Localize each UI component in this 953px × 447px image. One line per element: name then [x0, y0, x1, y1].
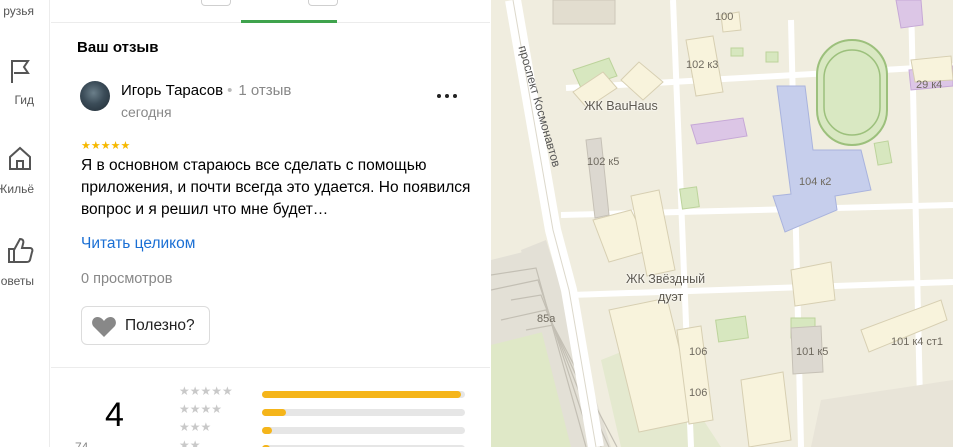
map-label: 100 [715, 11, 734, 23]
distribution-stars: ★★★★ [179, 402, 223, 416]
divider [51, 367, 490, 368]
rating-sub: 74 [75, 440, 89, 447]
separator-dot: • [227, 82, 233, 99]
distribution-track [262, 409, 465, 416]
flag-icon [11, 60, 30, 83]
map-label: 101 к5 [796, 346, 829, 358]
left-nav-rail: рузья Гид Жильё оветы [0, 0, 50, 447]
rail-item-label: оветы [0, 274, 34, 288]
map-label: 85а [537, 313, 556, 325]
views-count: 0 просмотров [81, 271, 173, 287]
map-label: 104 к2 [799, 176, 832, 188]
distribution-fill [262, 391, 461, 398]
read-more-link[interactable]: Читать целиком [81, 235, 195, 253]
distribution-fill [262, 427, 273, 434]
rail-item-guide[interactable]: Гид [0, 52, 49, 110]
rail-item-tips[interactable]: оветы [0, 232, 49, 290]
map-view[interactable]: проспект Космонавтов 100 102 к3 ЖК BauHa… [491, 0, 953, 447]
distribution-track [262, 427, 465, 434]
author-name[interactable]: Игорь Тарасов [121, 82, 223, 99]
review-panel: Ваш отзыв Игорь Тарасов • 1 отзыв сегодня … [51, 0, 490, 447]
map-label: 102 к5 [587, 156, 620, 168]
map-canvas [491, 0, 953, 447]
distribution-track [262, 391, 465, 398]
useful-button[interactable]: Полезно? [81, 306, 210, 345]
avatar[interactable] [80, 81, 110, 111]
review-author-line: Игорь Тарасов • 1 отзыв [121, 82, 291, 99]
distribution-stars: ★★ [179, 438, 201, 447]
distribution-stars: ★★★★★ [179, 384, 233, 398]
more-dot [453, 94, 457, 98]
review-stars: ★★★★★ [81, 140, 131, 152]
map-label: 102 к3 [686, 59, 719, 71]
author-review-count: 1 отзыв [238, 82, 292, 99]
useful-label: Полезно? [125, 317, 195, 334]
house-icon [9, 146, 31, 170]
more-options-button[interactable] [433, 84, 461, 108]
rating-value: 4 [105, 396, 124, 434]
map-label: 106 [689, 346, 708, 358]
more-dot [437, 94, 441, 98]
rail-item-label: рузья [3, 4, 34, 18]
review-text: Я в основном стараюсь все сделать с помо… [81, 157, 471, 218]
rail-item-label: Жильё [0, 182, 34, 196]
distribution-fill [262, 409, 287, 416]
tabs-strip [51, 0, 490, 23]
review-date: сегодня [121, 104, 172, 120]
map-label-complex: ЖК Звёздный [626, 272, 706, 286]
more-dot [445, 94, 449, 98]
heart-icon [92, 317, 116, 337]
thumbs-up-icon [8, 237, 34, 263]
map-label: 29 к4 [916, 79, 943, 91]
map-label-complex: ЖК BauHaus [584, 99, 658, 113]
map-label-complex: дуэт [658, 290, 684, 304]
tab-active-indicator [241, 20, 337, 23]
distribution-stars: ★★★ [179, 420, 212, 434]
tab-edge[interactable] [308, 0, 338, 6]
rail-item-housing[interactable]: Жильё [0, 140, 49, 198]
rail-item-friends[interactable]: рузья [0, 0, 49, 40]
tab-edge[interactable] [201, 0, 231, 6]
map-label: 101 к4 ст1 [891, 336, 944, 348]
section-title: Ваш отзыв [77, 39, 159, 56]
rail-item-label: Гид [14, 93, 34, 107]
map-label: 106 [689, 387, 708, 399]
